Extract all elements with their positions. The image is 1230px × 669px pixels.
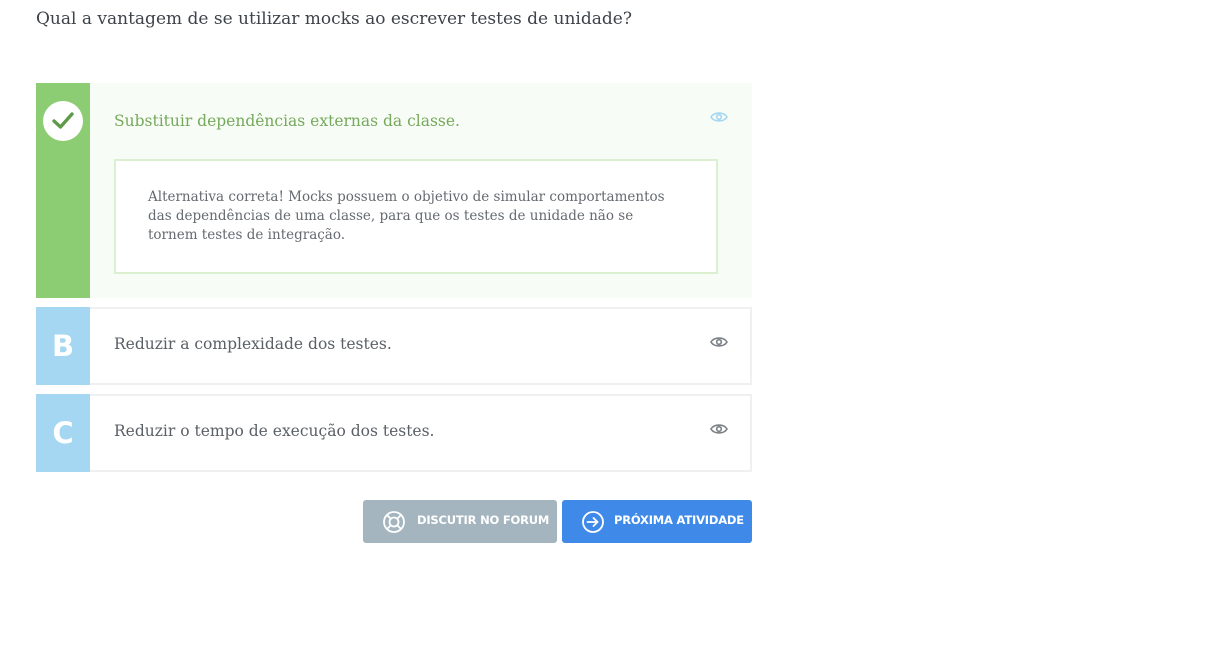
alternative-letter: B (51, 329, 75, 363)
discuss-forum-label: DISCUTIR NO FORUM (417, 513, 550, 527)
arrow-right-circle-icon (582, 511, 604, 533)
alternative-b[interactable]: B Reduzir a complexidade dos testes. (36, 307, 752, 385)
feedback-text: Alternativa correta! Mocks possuem o obj… (148, 189, 665, 243)
alternative-marker: B (36, 307, 90, 385)
eye-icon[interactable] (710, 423, 728, 435)
alternative-text: Reduzir o tempo de execução dos testes. (114, 422, 435, 440)
feedback-box: Alternativa correta! Mocks possuem o obj… (114, 159, 718, 274)
lifebuoy-icon (383, 511, 405, 533)
alternative-marker (36, 83, 90, 298)
alternative-marker: C (36, 394, 90, 472)
alternative-c[interactable]: C Reduzir o tempo de execução dos testes… (36, 394, 752, 472)
alternative-text: Substituir dependências externas da clas… (114, 112, 460, 130)
next-activity-button[interactable]: PRÓXIMA ATIVIDADE (562, 500, 752, 543)
alternative-a[interactable]: Substituir dependências externas da clas… (36, 83, 752, 298)
eye-icon[interactable] (710, 336, 728, 348)
check-icon (43, 101, 83, 141)
activity-page: Qual a vantagem de se utilizar mocks ao … (0, 0, 1230, 669)
discuss-forum-button[interactable]: DISCUTIR NO FORUM (363, 500, 557, 543)
alternative-text: Reduzir a complexidade dos testes. (114, 335, 392, 353)
question-text: Qual a vantagem de se utilizar mocks ao … (36, 9, 632, 29)
alternative-letter: C (52, 416, 74, 450)
next-activity-label: PRÓXIMA ATIVIDADE (614, 513, 744, 527)
eye-icon[interactable] (710, 111, 728, 123)
